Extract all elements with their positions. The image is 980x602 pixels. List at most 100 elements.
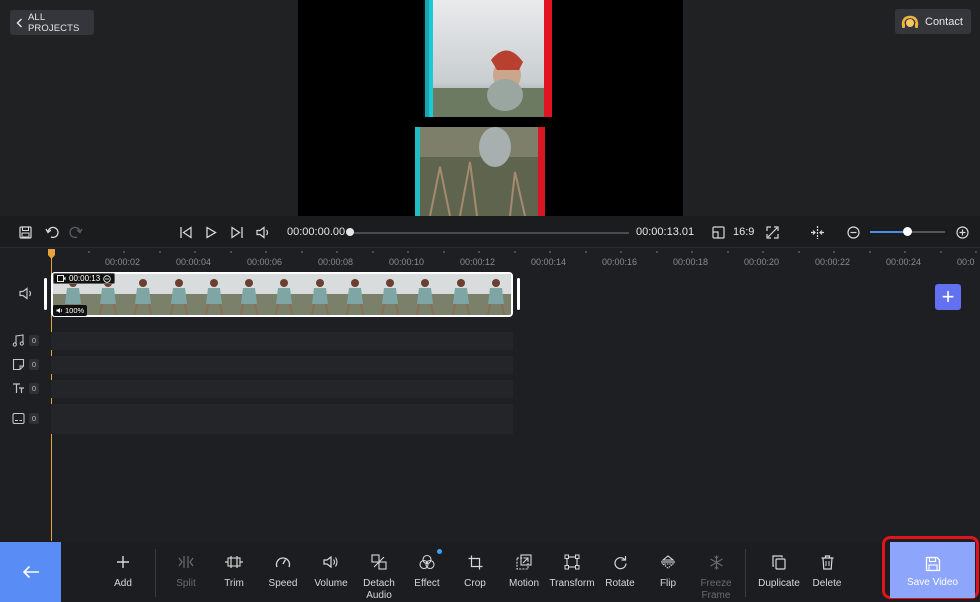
transform-label: Transform (549, 578, 595, 589)
undo-icon[interactable] (42, 222, 62, 242)
flip-label: Flip (659, 578, 677, 589)
zoom-out-icon[interactable] (843, 222, 863, 242)
redo-icon[interactable] (66, 222, 86, 242)
save-video-button[interactable]: Save Video (890, 542, 975, 598)
ruler-tick (691, 251, 693, 253)
text-track-count: 0 (29, 383, 39, 394)
aspect-ratio-value[interactable]: 16:9 (733, 226, 754, 238)
skip-to-end-icon[interactable] (227, 222, 247, 242)
toolbar-divider (745, 549, 746, 597)
preview-frame-top (423, 0, 552, 117)
sticker-icon (12, 358, 26, 372)
delete-button[interactable]: Delete (802, 553, 852, 590)
play-icon[interactable] (201, 222, 221, 242)
ruler-tick (158, 251, 161, 253)
mute-clip-icon[interactable] (103, 274, 111, 283)
ruler-label: 00:00:02 (105, 257, 141, 267)
transform-icon (563, 553, 581, 571)
speed-label: Speed (268, 578, 298, 589)
toolbar-divider (155, 549, 156, 597)
add-button[interactable]: Add (98, 553, 148, 590)
volume-button[interactable]: Volume (306, 553, 356, 590)
clip-volume: 100% (65, 306, 85, 315)
ruler-tick (655, 251, 658, 253)
new-indicator-dot (437, 549, 442, 554)
ruler-tick (87, 251, 90, 253)
music-track[interactable] (51, 332, 513, 350)
sticker-track[interactable] (51, 356, 513, 374)
transform-button[interactable]: Transform (547, 553, 597, 590)
crop-button[interactable]: Crop (450, 553, 500, 590)
ruler-tick (407, 251, 409, 253)
aspect-ratio-icon[interactable] (708, 222, 728, 242)
save-project-icon[interactable] (15, 222, 35, 242)
ruler-tick (336, 251, 338, 253)
save-video-label: Save Video (907, 577, 958, 588)
video-clip[interactable] (51, 272, 513, 317)
effect-button[interactable]: Effect (402, 549, 452, 590)
split-button[interactable]: Split (161, 553, 211, 590)
detach-audio-button[interactable]: Detach Audio (354, 553, 404, 602)
fit-timeline-icon[interactable] (807, 222, 827, 242)
split-icon (177, 553, 195, 571)
ruler-tick (939, 251, 942, 253)
zoom-in-icon[interactable] (952, 222, 972, 242)
add-label: Add (114, 578, 132, 589)
detach-audio-icon (370, 553, 388, 571)
ruler-tick (371, 251, 374, 253)
crop-icon (466, 553, 484, 571)
track-volume-icon[interactable] (19, 287, 35, 301)
speed-button[interactable]: Speed (258, 553, 308, 590)
contact-button[interactable]: Contact (895, 9, 971, 34)
clip-thumbnail (123, 274, 160, 315)
rotate-button[interactable]: Rotate (595, 553, 645, 590)
add-media-button[interactable]: + (935, 284, 961, 310)
ruler-label: 00:00:10 (389, 257, 425, 267)
timeline-ruler[interactable]: 00:00:02 00:00:04 00:00:06 00:00:08 00:00:10… (0, 248, 980, 270)
all-projects-button[interactable]: ALL PROJECTS (10, 10, 94, 35)
flip-button[interactable]: Flip (643, 553, 693, 590)
clip-volume-badge: 100% (53, 305, 88, 316)
ruler-tick (726, 251, 729, 253)
ruler-label: 00:00:12 (460, 257, 496, 267)
sticker-track-count: 0 (29, 359, 39, 370)
clip-trim-handle-left[interactable] (44, 278, 47, 310)
text-track[interactable] (51, 380, 513, 398)
volume-icon (322, 553, 340, 571)
ruler-tick (513, 251, 516, 253)
motion-icon (515, 553, 533, 571)
duplicate-icon (770, 553, 788, 571)
arrow-left-icon (22, 565, 40, 579)
all-projects-label: ALL PROJECTS (28, 11, 80, 34)
ruler-label: 00:00:18 (673, 257, 709, 267)
trim-button[interactable]: Trim (209, 553, 259, 590)
back-button[interactable] (0, 542, 61, 602)
progress-track[interactable] (352, 232, 629, 234)
skip-to-start-icon[interactable] (176, 222, 196, 242)
save-icon (925, 556, 941, 572)
text-icon (12, 382, 26, 396)
zoom-slider-knob[interactable] (903, 227, 912, 236)
duplicate-button[interactable]: Duplicate (754, 553, 804, 590)
ruler-label: 00:00:24 (886, 257, 922, 267)
subtitle-icon (12, 412, 26, 426)
video-camera-icon (57, 275, 66, 282)
freeze-frame-button[interactable]: Freeze Frame (691, 553, 741, 602)
crop-label: Crop (464, 578, 486, 589)
fullscreen-icon[interactable] (762, 222, 782, 242)
ruler-tick (123, 251, 125, 253)
clip-thumbnail (158, 274, 195, 315)
detach-audio-label-2: Audio (366, 590, 392, 601)
motion-button[interactable]: Motion (499, 553, 549, 590)
progress-knob[interactable] (346, 228, 354, 236)
speaker-icon[interactable] (253, 222, 273, 242)
subtitle-track[interactable] (51, 404, 513, 434)
clip-volume-icon (56, 307, 63, 314)
ruler-tick (442, 251, 445, 253)
effect-label: Effect (414, 578, 440, 589)
ruler-tick (478, 251, 480, 253)
freeze-frame-label-2: Frame (701, 590, 731, 601)
ruler-tick (797, 251, 800, 253)
clip-trim-handle-right[interactable] (517, 278, 520, 310)
duplicate-label: Duplicate (758, 578, 800, 589)
